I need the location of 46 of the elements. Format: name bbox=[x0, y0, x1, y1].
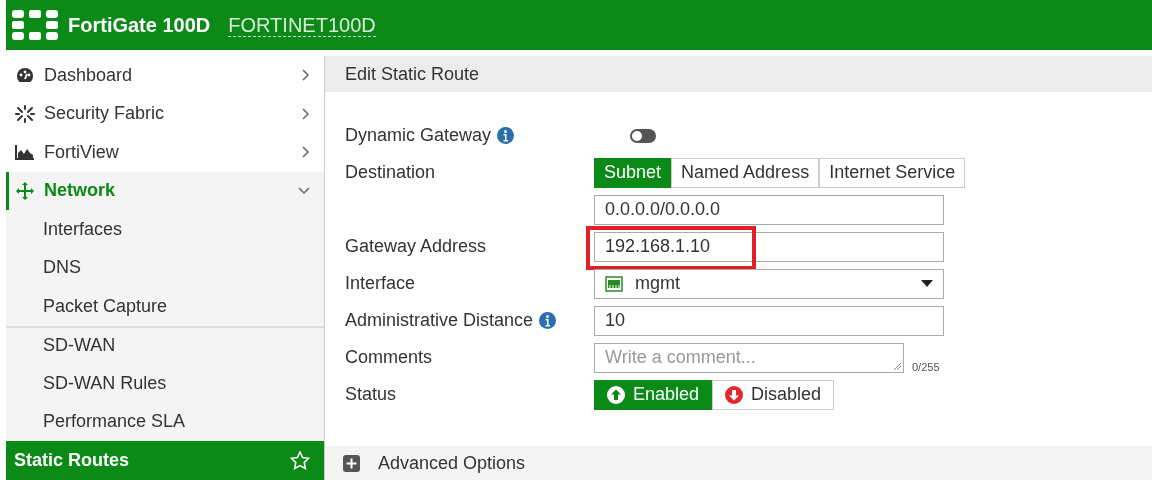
text-field[interactable]: 192.168.1.10 bbox=[594, 231, 944, 262]
field-label: Destination bbox=[345, 162, 436, 183]
field-label: Comments bbox=[345, 347, 433, 368]
chevron-right-icon bbox=[302, 146, 310, 159]
submenu-item[interactable]: DNS bbox=[6, 248, 324, 287]
port-icon bbox=[605, 275, 623, 292]
area-chart-icon bbox=[15, 144, 35, 161]
submenu-item[interactable]: SD-WAN bbox=[6, 325, 324, 364]
resize-handle-icon[interactable] bbox=[893, 361, 901, 370]
character-counter: 0/255 bbox=[912, 360, 940, 373]
segment-button[interactable]: Disabled bbox=[712, 379, 835, 410]
fabric-icon bbox=[15, 104, 35, 123]
field-label: Status bbox=[345, 384, 397, 405]
segment-button[interactable]: Named Address bbox=[671, 157, 820, 188]
dropdown-caret-icon bbox=[921, 280, 933, 287]
expand-icon bbox=[343, 454, 360, 472]
submenu-item[interactable]: SD-WAN Rules bbox=[6, 364, 324, 403]
segment-button[interactable]: Enabled bbox=[594, 379, 713, 410]
info-icon bbox=[497, 127, 515, 144]
submenu-item[interactable]: Static Routes bbox=[6, 441, 324, 480]
field-label: Interface bbox=[345, 273, 416, 294]
page-title: Edit Static Route bbox=[325, 56, 1152, 92]
advanced-options-toggle[interactable]: Advanced Options bbox=[325, 446, 1152, 480]
info-icon bbox=[539, 312, 557, 329]
segment-button[interactable]: Internet Service bbox=[819, 157, 966, 188]
chevron-right-icon bbox=[302, 69, 310, 82]
field-label: Dynamic Gateway bbox=[345, 125, 492, 146]
text-field[interactable]: 0.0.0.0/0.0.0.0 bbox=[594, 194, 944, 225]
chevron-right-icon bbox=[302, 107, 310, 120]
submenu-item[interactable]: Performance SLA bbox=[6, 402, 324, 441]
segment-button[interactable]: Subnet bbox=[594, 157, 672, 188]
logo-icon bbox=[12, 10, 58, 40]
chevron-down-icon bbox=[298, 186, 310, 195]
submenu-item[interactable]: Interfaces bbox=[6, 210, 324, 249]
field-label: Administrative Distance bbox=[345, 310, 534, 331]
hostname-link[interactable]: FORTINET100D bbox=[228, 13, 376, 37]
product-name: FortiGate 100D bbox=[68, 13, 211, 37]
text-field[interactable]: 10 bbox=[594, 305, 944, 336]
menu-item[interactable]: Network bbox=[6, 171, 324, 210]
star-icon[interactable] bbox=[290, 450, 310, 470]
toggle-switch[interactable] bbox=[630, 128, 656, 143]
interface-dropdown[interactable]: mgmt bbox=[594, 268, 944, 299]
gauge-icon bbox=[16, 67, 34, 84]
submenu-item[interactable]: Packet Capture bbox=[6, 287, 324, 326]
field-label: Gateway Address bbox=[345, 236, 487, 257]
move-arrows-icon bbox=[16, 181, 34, 200]
